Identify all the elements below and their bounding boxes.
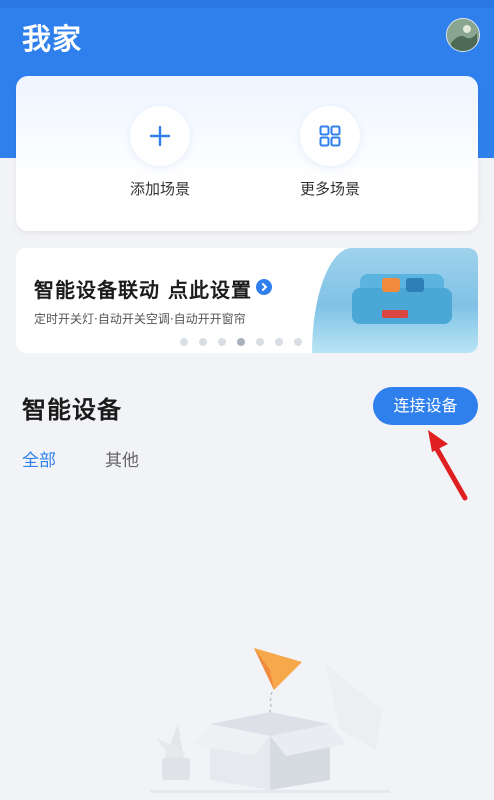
pillow-shape: [406, 278, 424, 292]
chevron-right-icon: [255, 279, 272, 295]
table-shape: [382, 310, 408, 318]
more-scenes-circle: [300, 106, 360, 166]
scene-card: 添加场景 更多场景: [16, 76, 478, 231]
tab-all[interactable]: 全部: [22, 446, 56, 471]
annotation-arrow-icon: [428, 430, 468, 501]
tab-other[interactable]: 其他: [105, 446, 139, 471]
carousel-indicator[interactable]: [180, 338, 302, 346]
status-bar: [0, 0, 494, 8]
pillow-shape: [382, 278, 400, 292]
banner-title: 智能设备联动 点此设置: [34, 274, 272, 303]
empty-box-illustration: [150, 648, 390, 793]
banner-subtitle: 定时开关灯·自动开关空调·自动开开窗帘: [34, 312, 246, 326]
more-scenes-label: 更多场景: [299, 180, 360, 198]
add-scene-circle: [130, 106, 190, 166]
sofa-shape: [352, 288, 452, 324]
carousel-dot[interactable]: [256, 338, 264, 346]
page-title: 我家: [22, 22, 83, 56]
plus-icon: [149, 125, 171, 147]
living-room-image: [312, 248, 478, 353]
avatar[interactable]: [446, 18, 480, 52]
section-title: 智能设备: [22, 396, 122, 424]
carousel-dot[interactable]: [237, 338, 245, 346]
add-scene-label: 添加场景: [129, 180, 190, 198]
carousel-dot[interactable]: [218, 338, 226, 346]
smart-linkage-banner[interactable]: 智能设备联动 点此设置 定时开关灯·自动开关空调·自动开开窗帘: [16, 248, 478, 353]
carousel-dot[interactable]: [275, 338, 283, 346]
carousel-dot[interactable]: [180, 338, 188, 346]
carousel-dot[interactable]: [199, 338, 207, 346]
banner-title-text: 智能设备联动 点此设置: [34, 278, 252, 302]
carousel-dot[interactable]: [294, 338, 302, 346]
add-scene-button[interactable]: 添加场景: [100, 106, 220, 199]
more-scenes-button[interactable]: 更多场景: [270, 106, 390, 199]
grid-icon: [319, 125, 341, 147]
avatar-image-icon: [447, 19, 479, 51]
